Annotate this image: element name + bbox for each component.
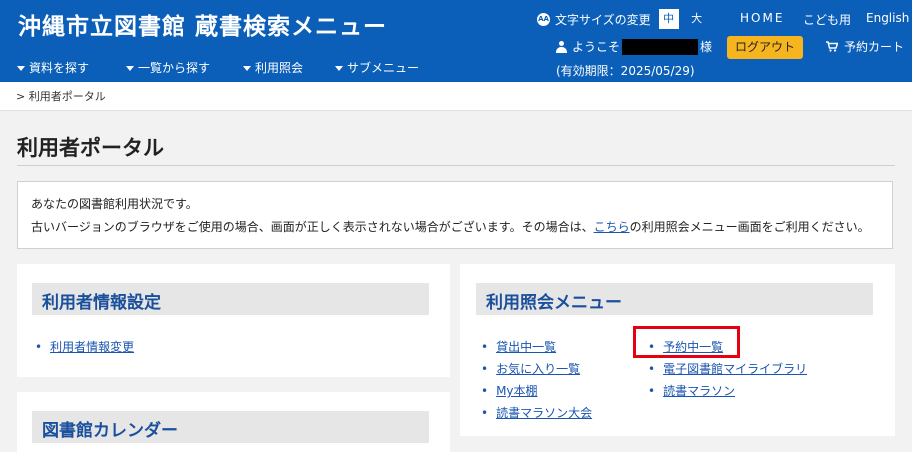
reservation-cart-link[interactable]: 予約カート [826,38,904,55]
menu-browse-lists[interactable]: 一覧から探す [126,59,210,76]
nav-home-link[interactable]: HOME [740,11,784,25]
menu-search-materials[interactable]: 資料を探す [17,59,89,76]
redacted-user-name [622,38,699,55]
panel-title: 利用者情報設定 [42,293,161,313]
nav-english-link[interactable]: English [866,11,909,25]
font-size-control: AA 文字サイズの変更 中 大 [537,9,707,29]
nav-kids-link[interactable]: こども用 [803,11,851,28]
list-item: 貸出中一覧 [481,338,556,355]
old-menu-link[interactable]: こちら [594,220,630,234]
welcome-suffix: 様 [700,40,713,54]
breadcrumb-bar: > 利用者ポータル [0,82,912,111]
calendar-panel: 図書館カレンダー [17,392,450,452]
membership-validity: (有効期限：2025/05/29) [556,64,695,78]
reading-marathon-link[interactable]: 読書マラソン [663,384,735,398]
menu-label: 資料を探す [29,61,90,75]
user-settings-panel: 利用者情報設定 利用者情報変更 [17,264,450,377]
notice-line-2: 古いバージョンのブラウザをご使用の場合、画面が正しく表示されない場合がございます… [31,218,870,235]
menu-label: 一覧から探す [138,61,211,75]
highlight-box [633,326,740,358]
font-size-large-button[interactable]: 大 [687,9,707,29]
font-size-icon: AA [537,12,550,26]
list-item: 読書マラソン大会 [481,404,592,421]
welcome-prefix: ようこそ [572,40,621,54]
e-library-link[interactable]: 電子図書館マイライブラリ [663,362,807,376]
loans-list-link[interactable]: 貸出中一覧 [496,340,556,354]
menu-label: サブメニュー [347,61,420,75]
notice-text: 古いバージョンのブラウザをご使用の場合、画面が正しく表示されない場合がございます… [31,220,594,234]
user-icon [556,40,567,53]
menu-label: 利用照会 [255,61,304,75]
cart-icon [826,41,838,52]
list-item: お気に入り一覧 [481,360,580,377]
chevron-down-icon [243,66,251,71]
menu-submenu[interactable]: サブメニュー [335,59,419,76]
logout-button[interactable]: ログアウト [727,36,803,59]
header-bar: 沖縄市立図書館 蔵書検索メニュー AA 文字サイズの変更 中 大 HOME こど… [0,0,912,82]
panel-header: 利用者情報設定 [32,283,429,315]
font-size-medium-button[interactable]: 中 [658,9,679,29]
panel-header: 図書館カレンダー [32,411,429,443]
welcome-message: ようこそ 様 [556,38,712,55]
list-item: 読書マラソン [648,382,735,399]
menu-usage-inquiry[interactable]: 利用照会 [243,59,303,76]
page-title: 利用者ポータル [17,136,164,160]
favorites-list-link[interactable]: お気に入り一覧 [496,362,580,376]
panel-header: 利用照会メニュー [476,283,873,315]
notice-line-1: あなたの図書館利用状況です。 [31,197,198,211]
chevron-down-icon [335,66,343,71]
user-info-change-link[interactable]: 利用者情報変更 [50,340,134,354]
reading-marathon-contest-link[interactable]: 読書マラソン大会 [496,406,592,420]
list-item: 電子図書館マイライブラリ [648,360,807,377]
chevron-down-icon [17,66,25,71]
title-divider [17,165,895,166]
site-title[interactable]: 沖縄市立図書館 蔵書検索メニュー [18,7,387,41]
my-bookshelf-link[interactable]: My本棚 [496,384,537,398]
notice-text: の利用照会メニュー画面をご利用ください。 [629,220,870,234]
notice-box: あなたの図書館利用状況です。 古いバージョンのブラウザをご使用の場合、画面が正し… [17,181,893,249]
list-item: 利用者情報変更 [35,338,134,355]
font-size-label: 文字サイズの変更 [555,12,651,27]
panel-title: 利用照会メニュー [486,293,622,313]
panel-title: 図書館カレンダー [42,421,178,441]
cart-label: 予約カート [844,40,905,54]
list-item: My本棚 [481,382,537,399]
breadcrumb: > 利用者ポータル [16,90,106,103]
chevron-down-icon [126,66,134,71]
